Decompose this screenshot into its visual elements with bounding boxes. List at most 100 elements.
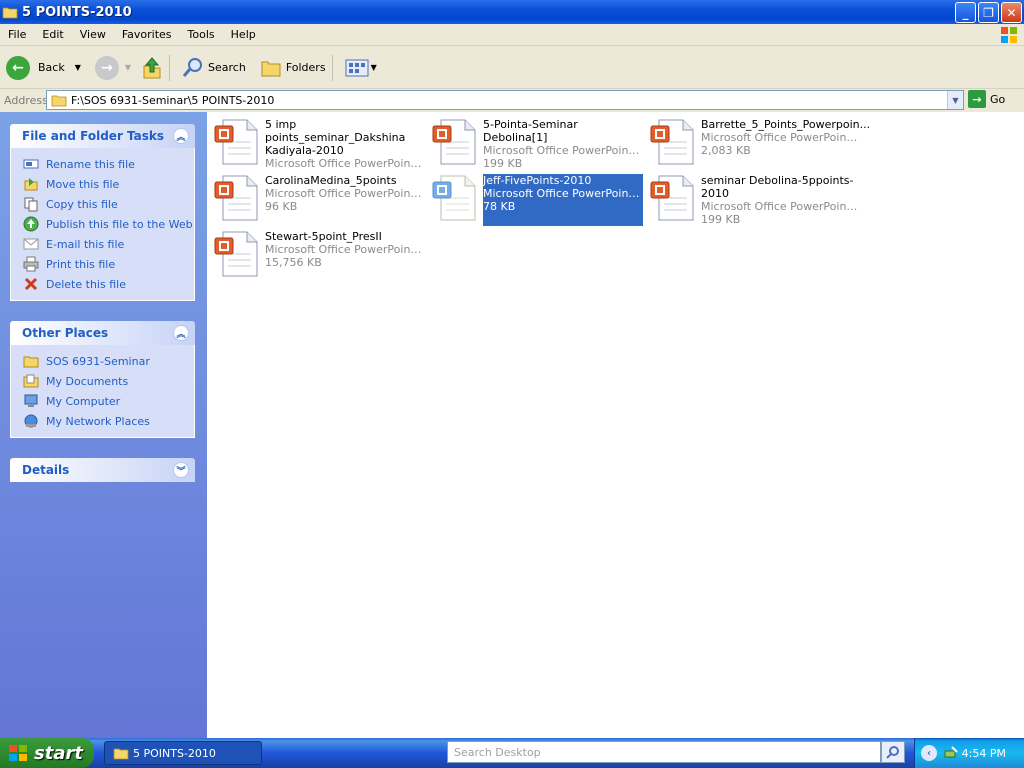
task-label: Rename this file <box>46 157 135 171</box>
task-pane: File and Folder Tasks ︽ Rename this file… <box>0 112 207 738</box>
panel-header[interactable]: Details ︾ <box>10 458 195 482</box>
start-button[interactable]: start <box>0 738 94 768</box>
clock[interactable]: 4:54 PM <box>962 747 1006 760</box>
taskbar: start 5 POINTS-2010 Search Desktop ‹ 4:5… <box>0 738 1024 768</box>
taskbar-window-button[interactable]: 5 POINTS-2010 <box>104 741 262 765</box>
menu-help[interactable]: Help <box>223 28 264 41</box>
up-folder-button[interactable] <box>141 56 163 80</box>
menu-tools[interactable]: Tools <box>180 28 223 41</box>
close-button[interactable]: ✕ <box>1001 2 1022 23</box>
file-item[interactable]: seminar Debolina-5ppoints-2010 Microsoft… <box>649 174 863 226</box>
mail-icon <box>23 238 39 250</box>
safely-remove-hardware-icon[interactable] <box>943 745 959 761</box>
file-name: Jeff-FivePoints-2010 <box>483 174 592 187</box>
forward-button[interactable]: → ▼ <box>94 55 131 80</box>
menu-file[interactable]: File <box>0 28 34 41</box>
place-sos-seminar[interactable]: SOS 6931-Seminar <box>23 351 194 371</box>
file-item[interactable]: CarolinaMedina_5points Microsoft Office … <box>213 174 427 226</box>
other-places-panel: Other Places ︽ SOS 6931-Seminar My Docum… <box>10 321 195 438</box>
address-path: F:\SOS 6931-Seminar\5 POINTS-2010 <box>71 93 275 107</box>
computer-icon <box>24 394 38 407</box>
task-label: Print this file <box>46 257 116 271</box>
file-size: 78 KB <box>483 200 516 213</box>
powerpoint-file-icon <box>431 118 479 166</box>
desktop-search-input[interactable]: Search Desktop <box>447 741 881 763</box>
file-size: 96 KB <box>265 200 298 213</box>
task-label: Delete this file <box>46 277 126 291</box>
rename-icon <box>23 159 39 169</box>
collapse-chevron-icon[interactable]: ︽ <box>173 325 189 341</box>
task-move[interactable]: Move this file <box>23 174 194 194</box>
collapse-chevron-icon[interactable]: ︽ <box>173 128 189 144</box>
copy-icon <box>24 197 38 212</box>
file-name: seminar Debolina-5ppoints-2010 <box>701 174 854 200</box>
file-item[interactable]: 5 imp points_seminar_Dakshina Kadiyala-2… <box>213 118 427 170</box>
file-item[interactable]: Stewart-5point_PresII Microsoft Office P… <box>213 230 427 282</box>
expand-chevron-icon[interactable]: ︾ <box>173 462 189 478</box>
task-copy[interactable]: Copy this file <box>23 194 194 214</box>
place-my-documents[interactable]: My Documents <box>23 371 194 391</box>
minimize-button[interactable]: _ <box>955 2 976 23</box>
powerpoint-file-icon <box>213 230 261 278</box>
panel-title: Details <box>22 463 70 477</box>
powerpoint-file-icon <box>213 174 261 222</box>
panel-header[interactable]: Other Places ︽ <box>10 321 195 345</box>
go-label: Go <box>990 92 1006 106</box>
file-type: Microsoft Office PowerPoint Pr... <box>265 243 425 256</box>
place-label: My Computer <box>46 394 121 408</box>
back-button[interactable]: ← Back ▼ <box>6 55 81 80</box>
forward-arrow-icon: → <box>94 55 119 80</box>
restore-button[interactable]: ❐ <box>978 2 999 23</box>
file-name: Stewart-5point_PresII <box>265 230 382 243</box>
windows-logo-icon <box>9 745 27 761</box>
place-my-network[interactable]: My Network Places <box>23 411 194 431</box>
menu-favorites[interactable]: Favorites <box>114 28 180 41</box>
network-icon <box>24 414 38 428</box>
move-icon <box>24 178 38 191</box>
task-publish[interactable]: Publish this file to the Web <box>23 214 194 234</box>
task-delete[interactable]: Delete this file <box>23 274 194 294</box>
title-bar[interactable]: 5 POINTS-2010 _ ❐ ✕ <box>0 0 1024 24</box>
panel-title: File and Folder Tasks <box>22 129 165 143</box>
powerpoint-file-icon <box>431 174 479 222</box>
printer-icon <box>23 256 39 272</box>
powerpoint-file-icon <box>649 118 697 166</box>
file-item[interactable]: Barrette_5_Points_Powerpoin... Microsoft… <box>649 118 870 170</box>
file-name: 5-Pointa-Seminar Debolina[1] <box>483 118 578 144</box>
window-title: 5 POINTS-2010 <box>22 4 132 20</box>
menu-edit[interactable]: Edit <box>34 28 71 41</box>
file-item[interactable]: 5-Pointa-Seminar Debolina[1] Microsoft O… <box>431 118 645 170</box>
place-label: SOS 6931-Seminar <box>46 354 150 368</box>
file-list: 5 imp points_seminar_Dakshina Kadiyala-2… <box>207 112 1024 738</box>
file-type: Microsoft Office PowerPoint Pr... <box>265 187 425 200</box>
folders-icon <box>261 61 281 76</box>
file-size: 199 KB <box>701 213 741 226</box>
go-arrow-icon: → <box>968 90 986 108</box>
globe-icon <box>23 216 39 232</box>
address-dropdown-icon[interactable]: ▼ <box>947 91 963 109</box>
menu-view[interactable]: View <box>72 28 114 41</box>
file-size: 199 KB <box>483 157 523 170</box>
place-label: My Network Places <box>46 414 150 428</box>
task-print[interactable]: Print this file <box>23 254 194 274</box>
place-my-computer[interactable]: My Computer <box>23 391 194 411</box>
address-input[interactable]: F:\SOS 6931-Seminar\5 POINTS-2010 ▼ <box>46 90 964 110</box>
desktop-search-button[interactable] <box>881 741 905 763</box>
search-label: Search <box>208 61 246 74</box>
details-panel: Details ︾ <box>10 458 195 482</box>
file-item-selected[interactable]: Jeff-FivePoints-2010 Microsoft Office Po… <box>431 174 645 226</box>
folders-button[interactable]: Folders <box>260 58 326 78</box>
file-size: 15,756 KB <box>265 256 322 269</box>
file-size: 2,083 KB <box>701 144 751 157</box>
views-button[interactable]: ▼ <box>345 58 377 78</box>
panel-header[interactable]: File and Folder Tasks ︽ <box>10 124 195 148</box>
search-button[interactable]: Search <box>182 57 246 79</box>
file-type: Microsoft Office PowerPoint 9... <box>701 131 861 144</box>
windows-logo-icon <box>1001 27 1017 43</box>
show-hidden-icons-icon[interactable]: ‹ <box>921 745 937 761</box>
task-rename[interactable]: Rename this file <box>23 154 194 174</box>
task-email[interactable]: E-mail this file <box>23 234 194 254</box>
go-button[interactable]: → Go <box>968 90 1005 108</box>
back-dropdown-icon[interactable]: ▼ <box>75 63 81 72</box>
search-placeholder: Search Desktop <box>454 745 541 759</box>
